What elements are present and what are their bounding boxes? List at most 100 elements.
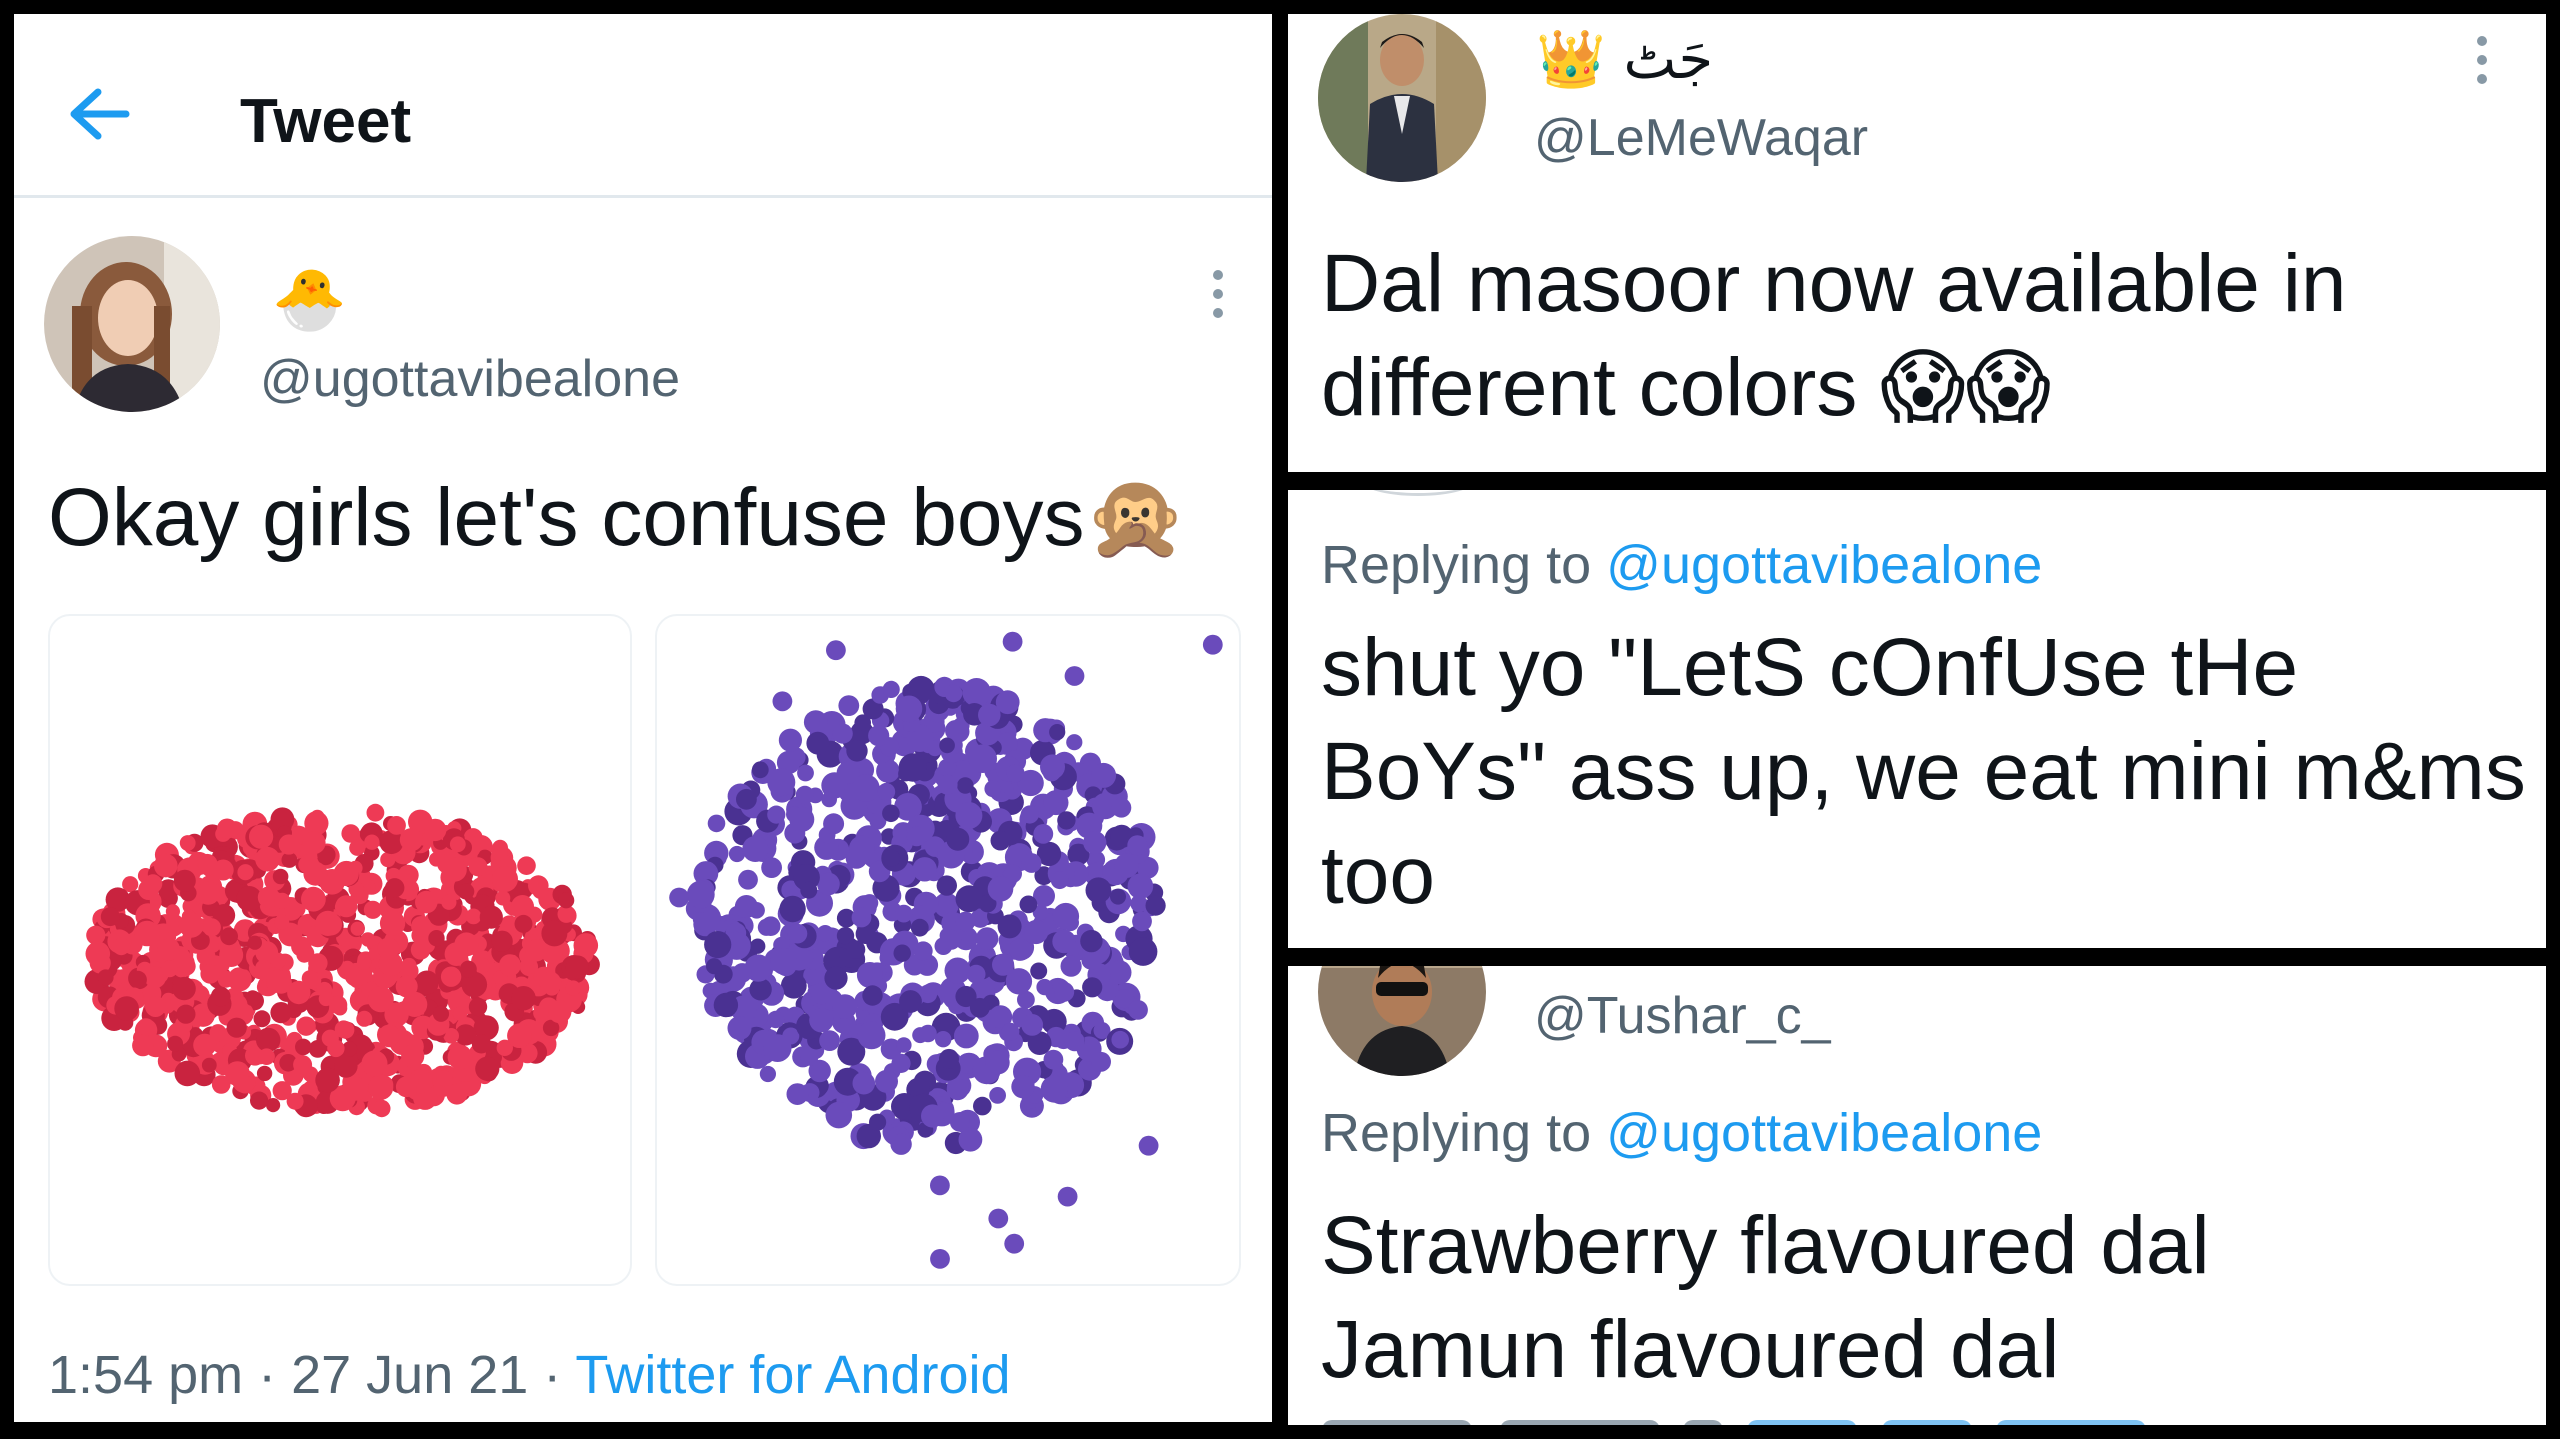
bead [364, 834, 380, 850]
bead [1043, 791, 1063, 812]
bead [955, 802, 983, 829]
bead [955, 885, 983, 913]
bead [1081, 950, 1101, 970]
bead [826, 640, 846, 661]
bead [367, 986, 394, 1013]
bead [1011, 1075, 1035, 1099]
bead [440, 966, 462, 987]
bead [1052, 902, 1080, 930]
bead [1111, 1030, 1129, 1049]
bead [868, 725, 890, 747]
bead [767, 768, 796, 797]
bead [856, 962, 883, 988]
bead [1064, 666, 1085, 686]
bead [350, 921, 365, 936]
replying-prefix: Replying to [1321, 535, 1607, 595]
bead [517, 856, 536, 875]
tweet-timestamp: 1:54 pm · 27 Jun 21 · Twitter for Androi… [48, 1344, 1011, 1406]
bead [356, 1010, 373, 1027]
tweet-source-link[interactable]: Twitter for Android [575, 1345, 1010, 1405]
bead [987, 876, 1014, 902]
bead [1002, 631, 1023, 652]
more-options-icon[interactable] [1213, 270, 1225, 327]
bead [817, 872, 840, 896]
bead [491, 843, 508, 861]
bead [457, 883, 475, 900]
red-beads-image [84, 803, 600, 1118]
replying-mention-link[interactable]: @ugottavibealone [1606, 535, 2042, 595]
replying-mention-link[interactable]: @ugottavibealone [1606, 1103, 2042, 1163]
bead [1080, 929, 1103, 953]
author-avatar[interactable] [1318, 966, 1486, 1076]
bead [468, 997, 488, 1017]
bead [797, 764, 814, 782]
bead [287, 980, 311, 1005]
bead [459, 960, 477, 978]
bead [939, 1048, 959, 1069]
bead [896, 1037, 912, 1053]
bead [377, 937, 400, 960]
bead [492, 866, 518, 892]
bead [1043, 1049, 1064, 1070]
reply-panel-1: 👑 جَٹ @LeMeWaqar Dal masoor now availabl… [1288, 14, 2546, 472]
reply-panel-3: @Tushar_c_ Replying to @ugottavibealone … [1288, 966, 2546, 1425]
bead [1064, 1031, 1085, 1052]
bead [366, 803, 385, 822]
bead [997, 914, 1022, 939]
bead [100, 907, 120, 927]
bead [930, 1249, 950, 1269]
bead [935, 1031, 952, 1048]
bead [193, 1033, 217, 1057]
reply-text: Strawberry flavoured dal Jamun flavoured… [1321, 1194, 2521, 1402]
bead [1021, 853, 1042, 873]
bead [1127, 835, 1148, 856]
bead [226, 1017, 247, 1038]
bead [906, 826, 927, 847]
media-image-purple-beads[interactable] [655, 614, 1241, 1286]
author-handle[interactable]: @LeMeWaqar [1534, 108, 1868, 168]
bead [941, 929, 962, 950]
bead [789, 806, 815, 832]
bead [154, 853, 178, 878]
bead [97, 969, 114, 986]
bead [202, 918, 221, 937]
bead [511, 986, 536, 1011]
bead [944, 957, 971, 984]
author-handle[interactable]: @ugottavibealone [260, 349, 680, 409]
author-avatar[interactable] [44, 236, 220, 412]
bead [112, 937, 130, 956]
author-handle[interactable]: @Tushar_c_ [1534, 986, 1831, 1046]
author-avatar[interactable] [1318, 14, 1486, 182]
bead [849, 835, 875, 862]
bead [973, 1096, 992, 1116]
bead [1130, 895, 1148, 913]
bead [132, 1034, 154, 1057]
media-image-red-beads[interactable] [48, 614, 632, 1286]
bead [144, 966, 167, 989]
bead [957, 777, 974, 794]
bead [167, 1035, 184, 1052]
bead [196, 881, 220, 905]
more-options-icon[interactable] [2477, 36, 2489, 93]
bead [992, 953, 1015, 976]
original-tweet-panel: Tweet 🐣 @ugottavibealone Okay girls let'… [14, 14, 1272, 1422]
bead [174, 1060, 201, 1087]
bead [989, 1087, 1006, 1104]
bead [968, 744, 997, 773]
reply-text-line-2: Jamun flavoured dal [1321, 1304, 2060, 1395]
bead [767, 805, 786, 824]
back-arrow-icon[interactable] [64, 84, 134, 144]
bead [319, 913, 343, 936]
bead [760, 916, 781, 936]
bead [200, 964, 220, 984]
bead [875, 1069, 898, 1093]
bead [128, 970, 147, 989]
tweet-text: Okay girls let's confuse boys🙊 [48, 472, 1187, 563]
bead [272, 868, 289, 885]
bead [210, 986, 231, 1007]
bead [286, 1092, 304, 1110]
bead [441, 894, 457, 910]
bead [736, 788, 757, 810]
bead [514, 914, 533, 933]
bead [772, 691, 793, 712]
